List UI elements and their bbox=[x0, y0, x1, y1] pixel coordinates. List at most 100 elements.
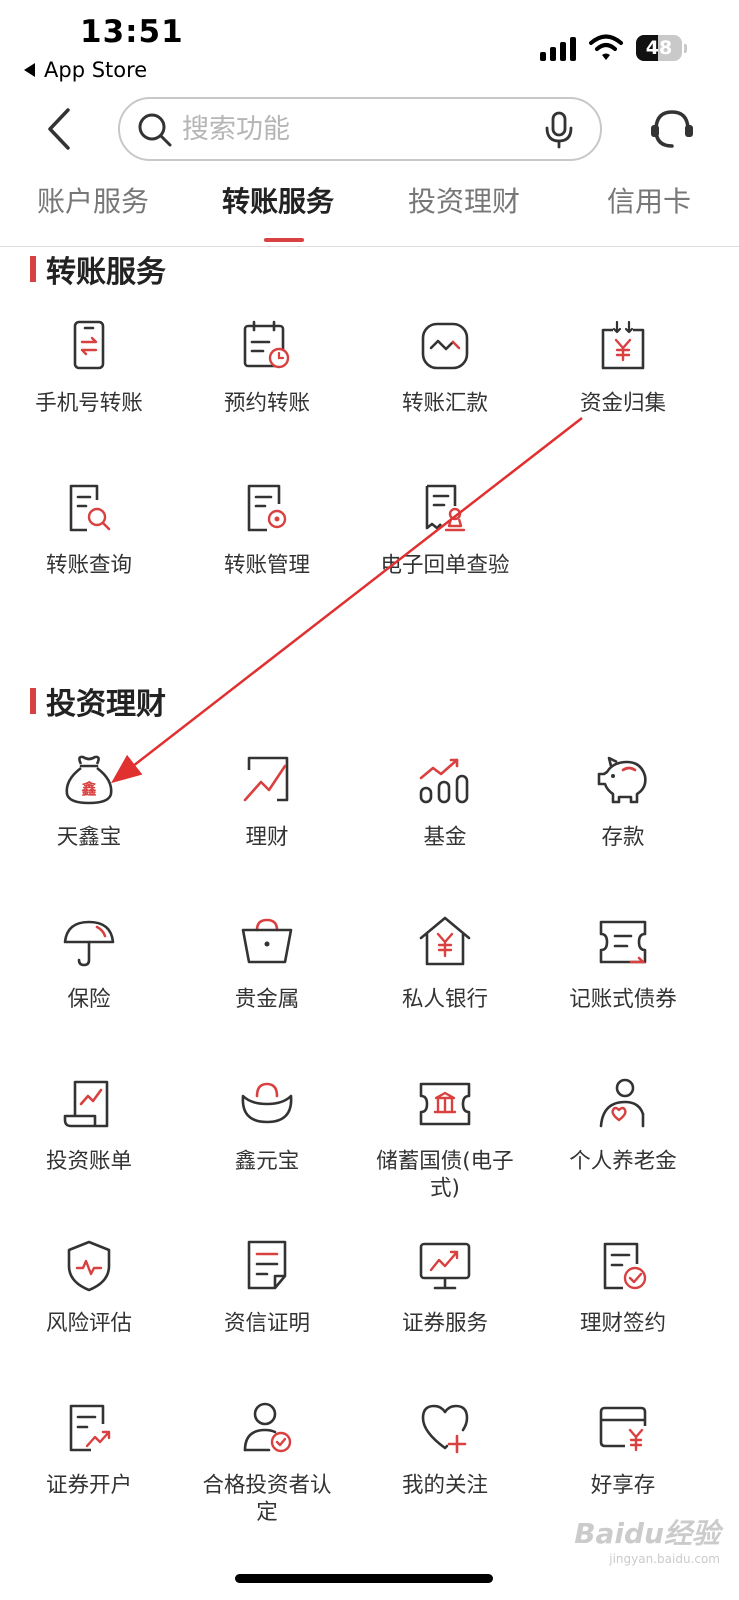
grid-item-label: 预约转账 bbox=[223, 391, 310, 416]
credit-certificate-icon bbox=[247, 1240, 287, 1290]
customer-service-headset-icon[interactable] bbox=[648, 104, 696, 154]
securities-account-icon bbox=[69, 1404, 111, 1452]
microphone-icon[interactable] bbox=[544, 111, 574, 149]
grid-item-book-entry-bonds[interactable]: 记账式债券 bbox=[534, 914, 712, 1013]
national-bond-icon bbox=[419, 1082, 471, 1126]
pension-icon bbox=[599, 1078, 645, 1128]
grid-item-phone-transfer[interactable]: 手机号转账 bbox=[0, 318, 178, 417]
sign-contract-icon bbox=[603, 1242, 647, 1290]
grid-item-precious-metals[interactable]: 贵金属 bbox=[178, 914, 356, 1013]
grid-item-tianxinbao[interactable]: 鑫 天鑫宝 bbox=[0, 752, 178, 851]
grid-item-label: 证券开户 bbox=[45, 1473, 132, 1498]
grid-item-my-follows[interactable]: 我的关注 bbox=[356, 1400, 534, 1499]
grid-item-label: 储蓄国债(电子式) bbox=[376, 1149, 514, 1201]
grid-item-wealth-management[interactable]: 理财 bbox=[178, 752, 356, 851]
grid-item-e-receipt[interactable]: 电子回单查验 bbox=[356, 480, 534, 579]
grid-item-insurance[interactable]: 保险 bbox=[0, 914, 178, 1013]
grid-item-transfer-query[interactable]: 转账查询 bbox=[0, 480, 178, 579]
grid-item-haoxiangcun[interactable]: 好享存 bbox=[534, 1400, 712, 1499]
grid-item-fund[interactable]: 基金 bbox=[356, 752, 534, 851]
grid-item-private-banking[interactable]: 私人银行 bbox=[356, 914, 534, 1013]
tab-transfer-services[interactable]: 转账服务 bbox=[222, 180, 334, 220]
grid-item-fund-collection[interactable]: 资金归集 bbox=[534, 318, 712, 417]
grid-item-label: 转账汇款 bbox=[401, 391, 488, 416]
trend-icon bbox=[243, 756, 289, 802]
grid-item-label: 理财 bbox=[245, 825, 289, 850]
back-to-app-store-link[interactable]: App Store bbox=[24, 58, 147, 82]
grid-item-label: 天鑫宝 bbox=[56, 825, 122, 850]
qualified-investor-icon bbox=[243, 1402, 292, 1453]
investment-bill-icon bbox=[63, 1080, 109, 1128]
grid-item-deposit[interactable]: 存款 bbox=[534, 752, 712, 851]
heart-plus-icon bbox=[421, 1404, 469, 1454]
grid-item-label: 合格投资者认定 bbox=[202, 1473, 332, 1525]
active-tab-indicator bbox=[264, 238, 304, 242]
grid-item-label: 理财签约 bbox=[579, 1311, 666, 1336]
search-box[interactable] bbox=[118, 97, 602, 161]
search-icon bbox=[138, 113, 172, 147]
battery-level-text: 48 bbox=[645, 37, 673, 59]
status-time: 13:51 bbox=[80, 14, 184, 50]
grid-item-label: 记账式债券 bbox=[569, 987, 677, 1012]
umbrella-icon bbox=[63, 920, 115, 967]
grid-item-scheduled-transfer[interactable]: 预约转账 bbox=[178, 318, 356, 417]
grid-item-personal-pension[interactable]: 个人养老金 bbox=[534, 1076, 712, 1175]
grid-item-remittance[interactable]: 转账汇款 bbox=[356, 318, 534, 417]
grid-item-label: 鑫元宝 bbox=[234, 1149, 300, 1174]
wifi-icon bbox=[589, 34, 623, 60]
card-yen-icon bbox=[599, 1406, 647, 1452]
search-input[interactable] bbox=[182, 107, 522, 151]
transfer-query-icon bbox=[69, 484, 111, 532]
remittance-icon bbox=[421, 322, 469, 370]
grid-item-label: 个人养老金 bbox=[569, 1149, 677, 1174]
watermark-logo: Baidu经验 bbox=[574, 1517, 720, 1550]
grid-item-credit-certificate[interactable]: 资信证明 bbox=[178, 1238, 356, 1337]
tab-account-services[interactable]: 账户服务 bbox=[37, 180, 149, 220]
fund-collection-icon bbox=[601, 320, 645, 370]
basket-icon bbox=[241, 918, 293, 964]
back-triangle-icon bbox=[24, 63, 35, 77]
grid-item-label: 手机号转账 bbox=[35, 391, 143, 416]
grid-item-securities-services[interactable]: 证券服务 bbox=[356, 1238, 534, 1337]
grid-item-label: 转账查询 bbox=[45, 553, 132, 578]
grid-item-qualified-investor[interactable]: 合格投资者认定 bbox=[178, 1400, 356, 1526]
grid-item-label: 风险评估 bbox=[45, 1311, 132, 1336]
gold-ingot-icon bbox=[241, 1082, 293, 1124]
house-yen-icon bbox=[419, 916, 471, 966]
shield-pulse-icon bbox=[67, 1240, 111, 1292]
grid-item-label: 基金 bbox=[423, 825, 467, 850]
section-header-transfer: 转账服务 bbox=[30, 247, 166, 291]
back-app-label: App Store bbox=[44, 58, 148, 82]
grid-item-label: 我的关注 bbox=[401, 1473, 488, 1498]
piggy-bank-icon bbox=[597, 756, 647, 804]
tab-credit-card[interactable]: 信用卡 bbox=[607, 180, 691, 220]
grid-item-risk-assessment[interactable]: 风险评估 bbox=[0, 1238, 178, 1337]
watermark-url: jingyan.baidu.com bbox=[609, 1552, 720, 1566]
home-indicator[interactable] bbox=[235, 1574, 493, 1583]
grid-item-label: 投资账单 bbox=[45, 1149, 132, 1174]
phone-transfer-icon bbox=[73, 320, 105, 370]
fund-chart-icon bbox=[419, 758, 469, 804]
grid-item-label: 资金归集 bbox=[579, 391, 666, 416]
status-bar: 13:51 App Store 48 bbox=[0, 0, 739, 90]
section-accent-bar bbox=[30, 688, 36, 714]
grid-item-transfer-management[interactable]: 转账管理 bbox=[178, 480, 356, 579]
money-bag-glyph: 鑫 bbox=[80, 780, 96, 798]
grid-item-xinyuanbao[interactable]: 鑫元宝 bbox=[178, 1076, 356, 1175]
grid-item-savings-bonds[interactable]: 储蓄国债(电子式) bbox=[356, 1076, 534, 1202]
grid-item-finance-contract[interactable]: 理财签约 bbox=[534, 1238, 712, 1337]
category-tabs: 账户服务 转账服务 投资理财 信用卡 bbox=[0, 172, 739, 248]
cellular-signal-icon bbox=[540, 37, 576, 61]
tab-investment-finance[interactable]: 投资理财 bbox=[408, 180, 520, 220]
grid-item-label: 贵金属 bbox=[234, 987, 300, 1012]
grid-item-investment-bill[interactable]: 投资账单 bbox=[0, 1076, 178, 1175]
grid-item-label: 好享存 bbox=[590, 1473, 656, 1498]
bond-ticket-icon bbox=[599, 920, 647, 964]
back-chevron-icon[interactable] bbox=[40, 104, 80, 154]
grid-item-label: 保险 bbox=[67, 987, 111, 1012]
section-title-transfer: 转账服务 bbox=[46, 255, 166, 290]
grid-item-securities-account-opening[interactable]: 证券开户 bbox=[0, 1400, 178, 1499]
grid-item-label: 证券服务 bbox=[401, 1311, 488, 1336]
baidu-watermark: Baidu经验 jingyan.baidu.com bbox=[560, 1512, 720, 1566]
scheduled-transfer-icon bbox=[243, 320, 290, 369]
